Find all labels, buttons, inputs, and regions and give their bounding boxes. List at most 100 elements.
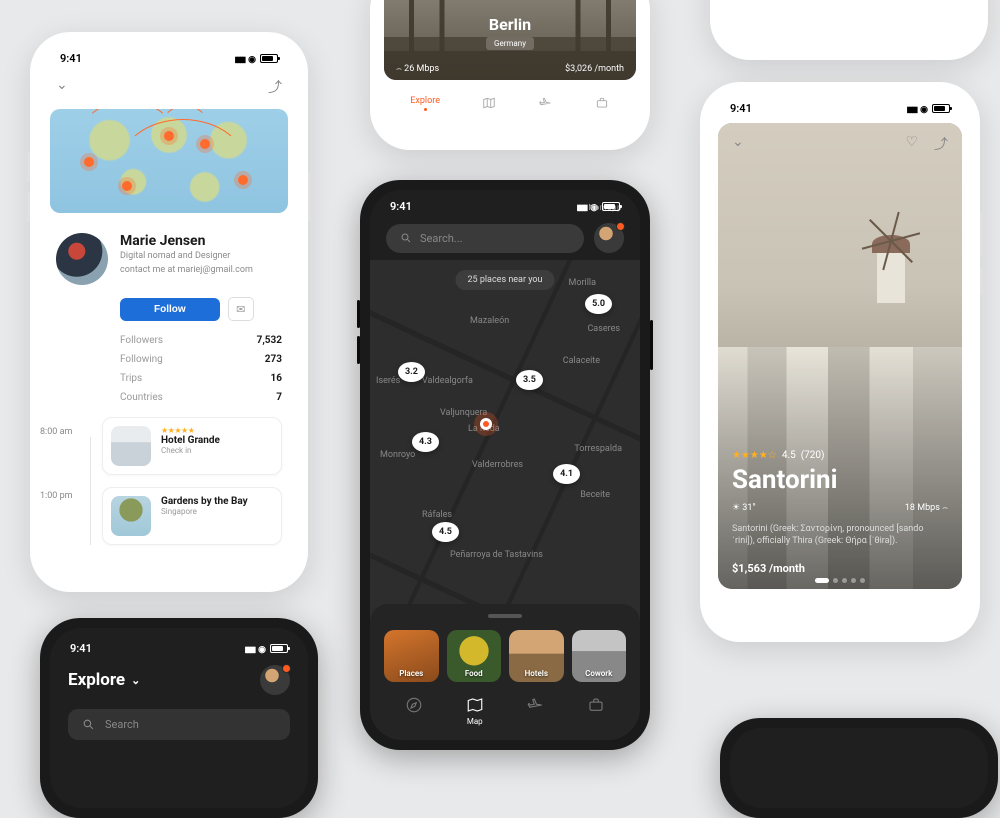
card-subtitle: Singapore bbox=[161, 507, 248, 516]
category-hotels[interactable]: Hotels bbox=[509, 630, 564, 682]
rating-pin[interactable]: 3.2 bbox=[398, 362, 425, 382]
category-places[interactable]: Places bbox=[384, 630, 439, 682]
wifi-icon bbox=[248, 52, 256, 65]
nav-explore[interactable] bbox=[405, 696, 423, 726]
timeline-time: 8:00 am bbox=[40, 427, 72, 437]
plane-icon bbox=[526, 696, 544, 714]
stat-label: Trips bbox=[120, 373, 142, 384]
card-thumbnail bbox=[111, 426, 151, 466]
explore-title[interactable]: Explore ⌄ bbox=[68, 670, 140, 690]
phone-explore: 9:41 Explore ⌄ Search bbox=[40, 618, 318, 818]
wifi-speed: 18 Mbps ⌢ bbox=[905, 503, 948, 513]
tab-work[interactable] bbox=[594, 96, 610, 111]
category-cowork[interactable]: Cowork bbox=[572, 630, 627, 682]
rating-pin[interactable]: 5.0 bbox=[585, 294, 612, 314]
stat-label: Followers bbox=[120, 335, 163, 346]
avatar[interactable] bbox=[594, 223, 624, 253]
phone-profile: 9:41 ⌄ ⤴ Marie Jensen Digital n bbox=[30, 32, 308, 592]
search-input[interactable]: Search bbox=[68, 709, 290, 740]
back-chevron-icon[interactable]: ⌄ bbox=[56, 77, 68, 97]
sheet-handle[interactable] bbox=[488, 614, 522, 618]
rating-pin[interactable]: 3.5 bbox=[516, 370, 543, 390]
share-icon[interactable]: ⤴ bbox=[934, 134, 948, 154]
follow-button[interactable]: Follow bbox=[120, 298, 220, 321]
phone-berlin-card: ☀ 18° ★★★★★ 4.3 Berlin Germany ⌢ 26 Mbps… bbox=[370, 0, 650, 150]
temperature: ☀ 18° bbox=[396, 0, 422, 3]
mail-button[interactable]: ✉ bbox=[228, 297, 254, 321]
signal-icon bbox=[245, 642, 255, 655]
stat-value: 7 bbox=[276, 392, 282, 403]
destination-title: Santorini bbox=[732, 465, 948, 495]
card-title: Gardens by the Bay bbox=[161, 496, 248, 507]
santorini-hero[interactable]: ★★★★☆ 4.5 (720) Santorini ☀ 31° 18 Mbps … bbox=[718, 123, 962, 589]
battery-icon bbox=[260, 54, 278, 63]
near-you-pill: 25 places near you bbox=[455, 270, 554, 290]
nav-work[interactable] bbox=[587, 696, 605, 726]
temperature: ☀ 31° bbox=[732, 503, 756, 513]
bottom-sheet[interactable]: Places Food Hotels Cowork Map bbox=[370, 604, 640, 740]
avatar[interactable] bbox=[260, 665, 290, 695]
phone-santorini: 9:41 ⌄ ♡ ⤴ ★★★★☆ 4.5 bbox=[700, 82, 980, 642]
share-icon[interactable]: ⤴ bbox=[268, 77, 282, 97]
heart-icon[interactable]: ♡ bbox=[905, 134, 918, 154]
signal-icon bbox=[235, 52, 245, 65]
tab-flights[interactable] bbox=[537, 96, 553, 111]
rating-value: 4.3 bbox=[610, 0, 624, 3]
carousel-dots[interactable] bbox=[815, 578, 865, 583]
nav-flights[interactable] bbox=[526, 696, 544, 726]
destination-description: Santorini (Greek: Σαντορίνη, pronounced … bbox=[732, 523, 948, 548]
rating-value: 4.5 bbox=[782, 450, 796, 461]
rating-pin[interactable]: 4.3 bbox=[412, 432, 439, 452]
windmill-illustration bbox=[842, 183, 932, 303]
wifi-speed: ⌢ 26 Mbps bbox=[396, 64, 439, 74]
search-icon bbox=[82, 718, 95, 731]
user-location-dot bbox=[480, 418, 492, 430]
status-bar: 9:41 bbox=[710, 92, 970, 119]
status-time: 9:41 bbox=[730, 102, 752, 115]
signal-icon bbox=[577, 200, 587, 213]
world-map[interactable] bbox=[50, 109, 288, 213]
battery-icon bbox=[932, 104, 950, 113]
tab-map[interactable] bbox=[481, 96, 497, 111]
stat-label: Following bbox=[120, 354, 163, 365]
card-title: Hotel Grande bbox=[161, 435, 220, 446]
rating-pin[interactable]: 4.5 bbox=[432, 522, 459, 542]
avatar[interactable] bbox=[56, 233, 108, 285]
battery-icon bbox=[602, 202, 620, 211]
rating-pin[interactable]: 4.1 bbox=[553, 464, 580, 484]
timeline-card[interactable]: Gardens by the Bay Singapore bbox=[102, 487, 282, 545]
price: $1,563 /month bbox=[732, 562, 948, 575]
status-bar: 9:41 bbox=[40, 42, 298, 69]
briefcase-icon bbox=[594, 96, 610, 110]
timeline-card[interactable]: ★★★★★ Hotel Grande Check in bbox=[102, 417, 282, 475]
country-badge: Germany bbox=[486, 37, 534, 50]
price: $3,026 /month bbox=[565, 64, 624, 74]
stat-value: 273 bbox=[265, 354, 282, 365]
map-icon bbox=[481, 96, 497, 110]
search-input[interactable]: Search... bbox=[386, 224, 584, 253]
status-time: 9:41 bbox=[60, 52, 82, 65]
wifi-icon bbox=[258, 642, 266, 655]
stat-value: 16 bbox=[271, 373, 282, 384]
berlin-hero[interactable]: ☀ 18° ★★★★★ 4.3 Berlin Germany ⌢ 26 Mbps… bbox=[384, 0, 636, 80]
nav-map[interactable]: Map bbox=[466, 696, 484, 726]
profile-subtitle: Digital nomad and Designer bbox=[120, 251, 253, 263]
search-icon bbox=[400, 232, 412, 244]
dark-map[interactable]: 25 places near you Morilla Mazaleón Case… bbox=[370, 260, 640, 740]
back-chevron-icon[interactable]: ⌄ bbox=[732, 134, 744, 154]
briefcase-icon bbox=[587, 696, 605, 714]
phone-partial-top-right bbox=[710, 0, 988, 60]
city-name: Berlin bbox=[489, 15, 531, 34]
battery-icon bbox=[270, 644, 288, 653]
phone-map: Nomapp 9:41 Search... 25 places near you… bbox=[360, 180, 650, 750]
stat-label: Countries bbox=[120, 392, 163, 403]
profile-contact: contact me at mariej@gmail.com bbox=[120, 265, 253, 277]
review-count: (720) bbox=[801, 450, 825, 461]
stars-icon: ★★★★★ bbox=[563, 0, 608, 3]
category-food[interactable]: Food bbox=[447, 630, 502, 682]
card-thumbnail bbox=[111, 496, 151, 536]
status-time: 9:41 bbox=[70, 642, 92, 655]
phone-partial-bottom-right bbox=[720, 718, 998, 818]
tab-nav: Explore bbox=[378, 86, 642, 111]
tab-explore[interactable]: Explore bbox=[410, 96, 440, 111]
